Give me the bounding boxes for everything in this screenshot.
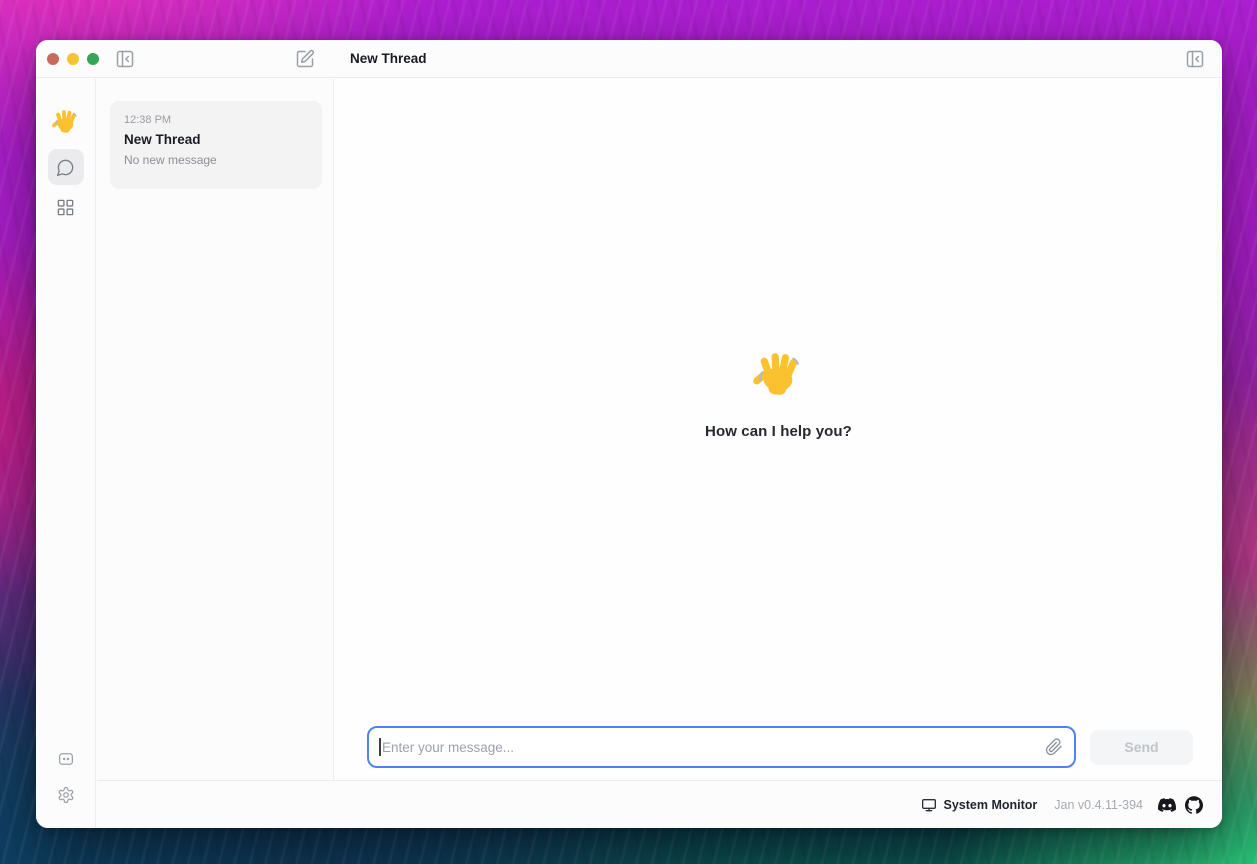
wave-emoji-icon — [52, 107, 80, 135]
waving-hand-emoji — [753, 347, 805, 399]
local-api-server-icon — [57, 750, 75, 768]
page-title: New Thread — [350, 40, 427, 78]
attach-file-icon[interactable] — [1045, 738, 1063, 756]
app-version: Jan v0.4.11-394 — [1054, 798, 1143, 812]
new-thread-compose-icon[interactable] — [295, 49, 315, 69]
greeting-text: How can I help you? — [705, 423, 852, 440]
collapse-right-panel-icon[interactable] — [1185, 49, 1205, 69]
discord-icon[interactable] — [1158, 796, 1176, 814]
chat-main-panel: How can I help you? Send — [335, 79, 1222, 780]
status-bar: System Monitor Jan v0.4.11-394 — [97, 780, 1222, 828]
thread-title: New Thread — [124, 132, 308, 147]
sidebar-item-settings[interactable] — [51, 780, 81, 810]
left-icon-rail — [36, 79, 96, 828]
thread-list-panel: 12:38 PM New Thread No new message — [97, 79, 334, 780]
monitor-icon — [921, 797, 937, 813]
grid-icon — [56, 198, 75, 217]
zoom-window-button[interactable] — [87, 53, 99, 65]
sidebar-item-local-api-server[interactable] — [51, 744, 81, 774]
thread-last-message: No new message — [124, 153, 308, 167]
empty-thread-hero: How can I help you? — [335, 347, 1222, 440]
sidebar-item-hub[interactable] — [48, 189, 84, 225]
jan-app-window: New Thread — [36, 40, 1222, 828]
system-monitor-toggle[interactable]: System Monitor — [921, 797, 1038, 813]
chat-bubble-icon — [56, 158, 75, 177]
thread-time: 12:38 PM — [124, 114, 308, 126]
collapse-left-panel-icon[interactable] — [115, 49, 135, 69]
sidebar-item-threads[interactable] — [48, 149, 84, 185]
message-input[interactable] — [367, 726, 1076, 768]
titlebar: New Thread — [36, 40, 1222, 78]
close-window-button[interactable] — [47, 53, 59, 65]
text-caret — [379, 738, 381, 756]
send-button[interactable]: Send — [1090, 730, 1193, 765]
minimize-window-button[interactable] — [67, 53, 79, 65]
system-monitor-label: System Monitor — [944, 798, 1038, 812]
github-icon[interactable] — [1185, 796, 1203, 814]
thread-list-item[interactable]: 12:38 PM New Thread No new message — [110, 101, 322, 189]
message-composer: Send — [367, 726, 1193, 768]
gear-icon — [57, 786, 75, 804]
